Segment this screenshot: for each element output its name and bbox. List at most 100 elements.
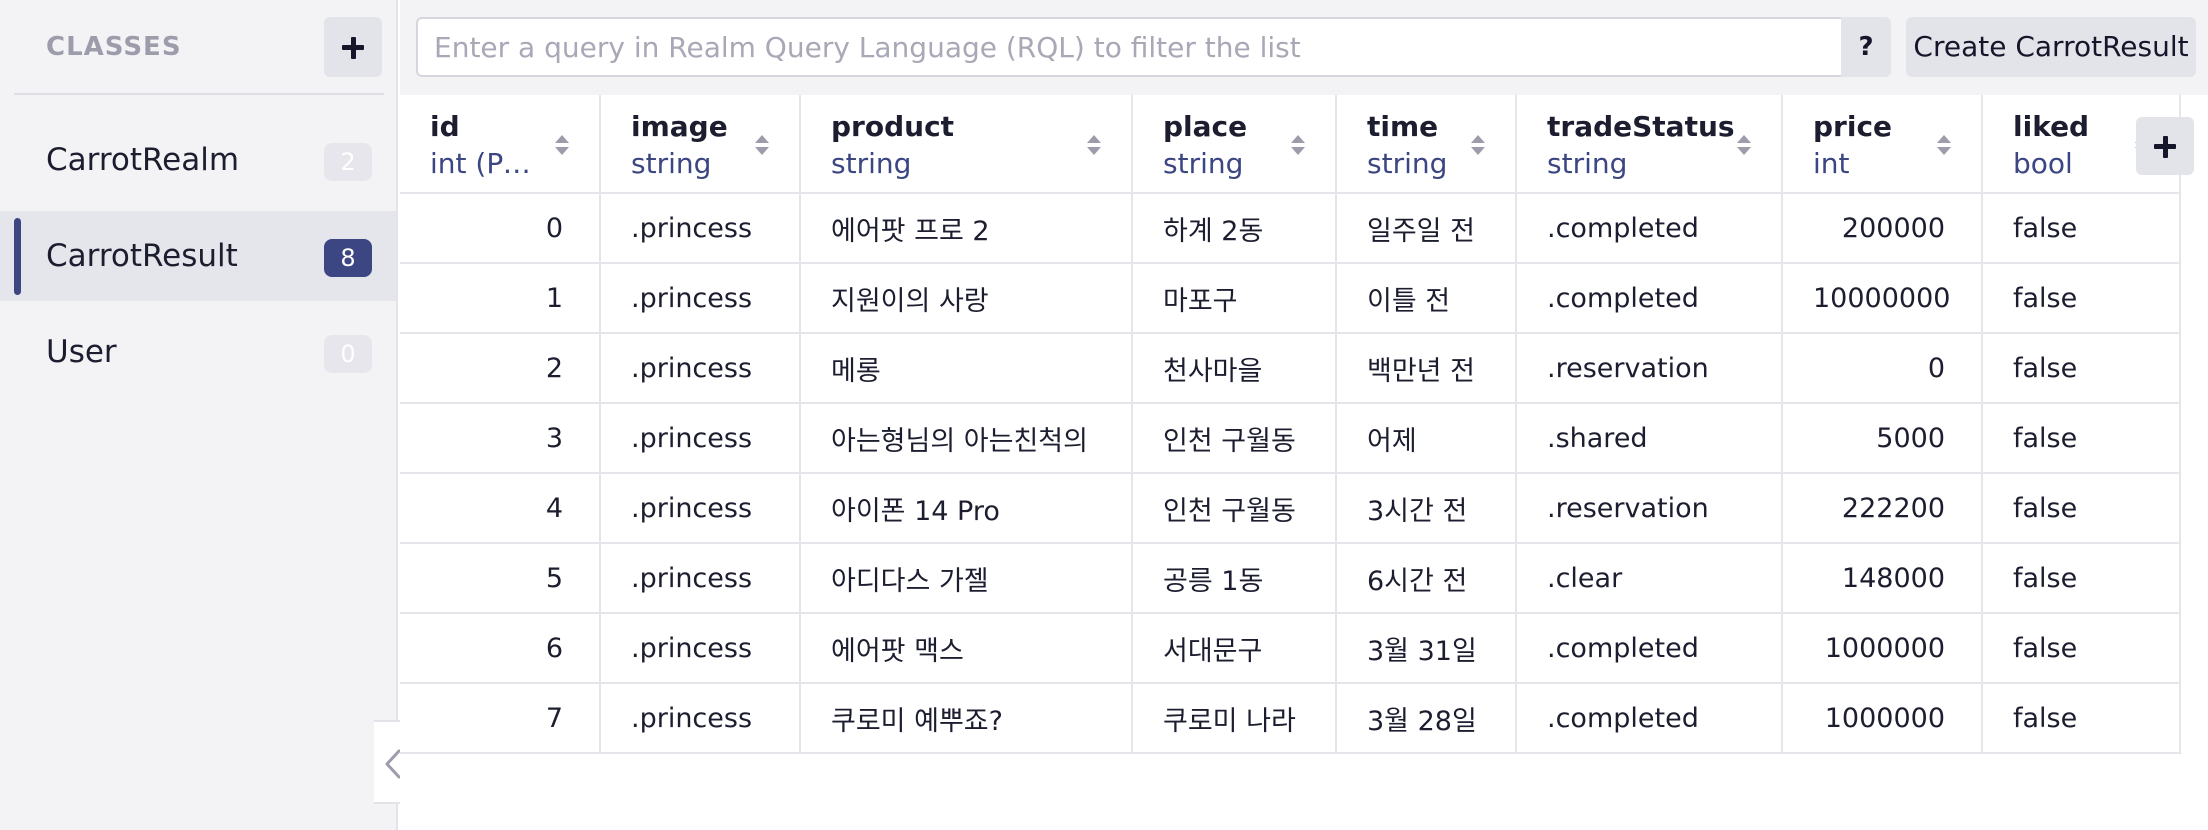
cell-liked[interactable]: false (1982, 543, 2181, 614)
cell-liked[interactable]: false (1982, 473, 2181, 544)
cell-liked[interactable]: false (1982, 403, 2181, 474)
column-header-time[interactable]: time string (1336, 95, 1517, 194)
cell-image[interactable]: .princess (600, 683, 801, 754)
sort-icon[interactable] (1937, 135, 1951, 155)
cell-id[interactable]: 1 (400, 263, 601, 334)
sort-icon[interactable] (1737, 135, 1751, 155)
sort-icon[interactable] (755, 135, 769, 155)
cell-product[interactable]: 아는형님의 아는친척의 (800, 403, 1133, 474)
cell-liked[interactable]: false (1982, 193, 2181, 264)
add-class-button[interactable] (324, 17, 382, 77)
cell-image[interactable]: .princess (600, 333, 801, 404)
sidebar-item-carrotrealm[interactable]: CarrotRealm 2 (0, 115, 396, 205)
cell-price[interactable]: 1000000 (1782, 683, 1983, 754)
cell-id[interactable]: 2 (400, 333, 601, 404)
sidebar-item-user[interactable]: User 0 (0, 307, 396, 397)
sort-icon[interactable] (1471, 135, 1485, 155)
sort-icon[interactable] (555, 135, 569, 155)
column-header-product[interactable]: product string (800, 95, 1133, 194)
cell-image[interactable]: .princess (600, 543, 801, 614)
cell-liked[interactable]: false (1982, 333, 2181, 404)
cell-id[interactable]: 3 (400, 403, 601, 474)
cell-tradestatus[interactable]: .reservation (1516, 333, 1783, 404)
sidebar-item-carrotresult[interactable]: CarrotResult 8 (0, 211, 396, 301)
sidebar-item-label: CarrotResult (46, 238, 238, 274)
cell-time[interactable]: 3월 28일 (1336, 683, 1517, 754)
cell-price[interactable]: 10000000 (1782, 263, 1983, 334)
cell-image[interactable]: .princess (600, 473, 801, 544)
column-header-tradestatus[interactable]: tradeStatus string (1516, 95, 1783, 194)
selection-indicator (14, 218, 21, 295)
add-property-button[interactable] (2136, 117, 2194, 175)
cell-time[interactable]: 일주일 전 (1336, 193, 1517, 264)
cell-place[interactable]: 인천 구월동 (1132, 473, 1337, 544)
cell-place[interactable]: 천사마을 (1132, 333, 1337, 404)
cell-id[interactable]: 4 (400, 473, 601, 544)
cell-time[interactable]: 3시간 전 (1336, 473, 1517, 544)
create-object-button[interactable]: Create CarrotResult (1906, 17, 2196, 77)
cell-price[interactable]: 148000 (1782, 543, 1983, 614)
cell-product[interactable]: 에어팟 맥스 (800, 613, 1133, 684)
table-row[interactable]: 3 .princess 아는형님의 아는친척의 인천 구월동 어제 .share… (400, 403, 2181, 474)
cell-image[interactable]: .princess (600, 613, 801, 684)
query-help-button[interactable]: ? (1841, 17, 1891, 77)
cell-id[interactable]: 7 (400, 683, 601, 754)
cell-tradestatus[interactable]: .completed (1516, 683, 1783, 754)
column-header-image[interactable]: image string (600, 95, 801, 194)
table-row[interactable]: 5 .princess 아디다스 가젤 공릉 1동 6시간 전 .clear 1… (400, 543, 2181, 614)
sort-icon[interactable] (1087, 135, 1101, 155)
cell-time[interactable]: 6시간 전 (1336, 543, 1517, 614)
cell-tradestatus[interactable]: .clear (1516, 543, 1783, 614)
cell-id[interactable]: 0 (400, 193, 601, 264)
cell-price[interactable]: 222200 (1782, 473, 1983, 544)
sidebar-item-label: CarrotRealm (46, 142, 240, 178)
cell-image[interactable]: .princess (600, 193, 801, 264)
cell-price[interactable]: 1000000 (1782, 613, 1983, 684)
table-row[interactable]: 1 .princess 지원이의 사랑 마포구 이틀 전 .completed … (400, 263, 2181, 334)
cell-product[interactable]: 쿠로미 예뿌죠? (800, 683, 1133, 754)
cell-place[interactable]: 공릉 1동 (1132, 543, 1337, 614)
cell-place[interactable]: 마포구 (1132, 263, 1337, 334)
cell-product[interactable]: 아디다스 가젤 (800, 543, 1133, 614)
sidebar-item-label: User (46, 334, 117, 370)
cell-tradestatus[interactable]: .completed (1516, 613, 1783, 684)
cell-id[interactable]: 6 (400, 613, 601, 684)
classes-sidebar: CLASSES CarrotRealm 2 CarrotResult 8 Use… (0, 0, 398, 830)
cell-price[interactable]: 200000 (1782, 193, 1983, 264)
cell-product[interactable]: 아이폰 14 Pro (800, 473, 1133, 544)
cell-liked[interactable]: false (1982, 263, 2181, 334)
cell-product[interactable]: 에어팟 프로 2 (800, 193, 1133, 264)
cell-product[interactable]: 지원이의 사랑 (800, 263, 1133, 334)
cell-price[interactable]: 5000 (1782, 403, 1983, 474)
cell-place[interactable]: 인천 구월동 (1132, 403, 1337, 474)
cell-place[interactable]: 서대문구 (1132, 613, 1337, 684)
cell-liked[interactable]: false (1982, 613, 2181, 684)
table-row[interactable]: 2 .princess 메롱 천사마을 백만년 전 .reservation 0… (400, 333, 2181, 404)
cell-time[interactable]: 어제 (1336, 403, 1517, 474)
cell-tradestatus[interactable]: .reservation (1516, 473, 1783, 544)
column-header-place[interactable]: place string (1132, 95, 1337, 194)
cell-image[interactable]: .princess (600, 403, 801, 474)
cell-image[interactable]: .princess (600, 263, 801, 334)
cell-id[interactable]: 5 (400, 543, 601, 614)
objects-table: id int (Primary Key) image string produc… (400, 95, 2181, 754)
cell-liked[interactable]: false (1982, 683, 2181, 754)
sort-icon[interactable] (1291, 135, 1305, 155)
cell-time[interactable]: 3월 31일 (1336, 613, 1517, 684)
table-row[interactable]: 7 .princess 쿠로미 예뿌죠? 쿠로미 나라 3월 28일 .comp… (400, 683, 2181, 754)
table-row[interactable]: 6 .princess 에어팟 맥스 서대문구 3월 31일 .complete… (400, 613, 2181, 684)
cell-time[interactable]: 이틀 전 (1336, 263, 1517, 334)
cell-price[interactable]: 0 (1782, 333, 1983, 404)
table-row[interactable]: 4 .princess 아이폰 14 Pro 인천 구월동 3시간 전 .res… (400, 473, 2181, 544)
cell-time[interactable]: 백만년 전 (1336, 333, 1517, 404)
cell-tradestatus[interactable]: .completed (1516, 193, 1783, 264)
rql-query-input[interactable] (416, 17, 1841, 77)
cell-tradestatus[interactable]: .completed (1516, 263, 1783, 334)
cell-place[interactable]: 하계 2동 (1132, 193, 1337, 264)
cell-tradestatus[interactable]: .shared (1516, 403, 1783, 474)
column-header-id[interactable]: id int (Primary Key) (400, 95, 601, 194)
cell-place[interactable]: 쿠로미 나라 (1132, 683, 1337, 754)
table-row[interactable]: 0 .princess 에어팟 프로 2 하계 2동 일주일 전 .comple… (400, 193, 2181, 264)
column-header-price[interactable]: price int (1782, 95, 1983, 194)
cell-product[interactable]: 메롱 (800, 333, 1133, 404)
